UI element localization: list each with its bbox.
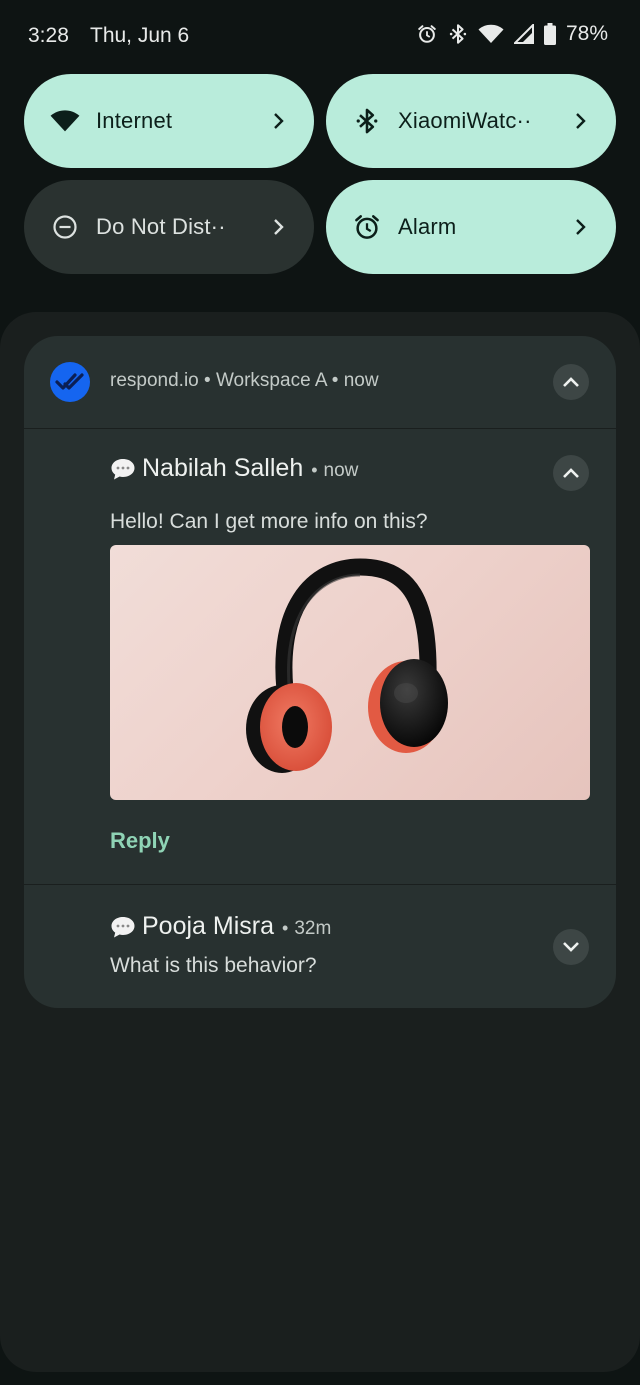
bluetooth-icon <box>448 23 468 45</box>
notification-card[interactable]: respond.io • Workspace A • now Nabilah S… <box>24 336 616 1008</box>
expand-message-button[interactable] <box>553 929 589 965</box>
message-title: Nabilah Salleh • now <box>110 454 358 483</box>
collapse-message-button[interactable] <box>553 455 589 491</box>
divider <box>24 428 616 429</box>
tile-internet[interactable]: Internet <box>24 74 314 168</box>
tile-label: Internet <box>96 108 173 133</box>
alarm-icon <box>352 212 382 242</box>
status-date: Thu, Jun 6 <box>90 24 190 47</box>
notification-meta: respond.io • Workspace A • now <box>110 370 379 392</box>
chevron-right-icon <box>268 111 288 131</box>
status-time: 3:28 <box>28 24 69 47</box>
tile-label: XiaomiWatc·· <box>398 108 532 133</box>
sender-name: Pooja Misra <box>142 912 274 940</box>
chat-bubble-icon <box>111 458 135 479</box>
wifi-icon <box>50 106 80 136</box>
battery-percent: 78% <box>565 22 608 45</box>
chevron-down-icon <box>563 942 579 952</box>
tile-label: Do Not Dist·· <box>96 214 226 239</box>
signal-icon <box>513 24 534 44</box>
app-name: respond.io <box>110 370 199 391</box>
divider <box>24 884 616 885</box>
message-title: Pooja Misra • 32m <box>110 912 331 941</box>
message-image-headphones[interactable] <box>110 545 590 800</box>
bluetooth-icon <box>352 106 382 136</box>
collapse-group-button[interactable] <box>553 364 589 400</box>
reply-button[interactable]: Reply <box>110 828 170 854</box>
separator-dot: • <box>311 460 318 480</box>
workspace-name: Workspace A <box>215 370 327 391</box>
message-text: Hello! Can I get more info on this? <box>110 510 428 533</box>
status-icons: 78% <box>416 22 608 46</box>
chevron-up-icon <box>563 468 579 478</box>
separator-dot: • <box>204 370 216 391</box>
tile-label: Alarm <box>398 214 457 239</box>
alarm-icon <box>416 23 438 45</box>
chevron-right-icon <box>268 217 288 237</box>
separator-dot: • <box>331 370 344 391</box>
chevron-right-icon <box>570 217 590 237</box>
message-time: now <box>323 460 359 481</box>
tile-do-not-disturb[interactable]: Do Not Dist·· <box>24 180 314 274</box>
message-time: 32m <box>294 918 332 939</box>
tile-alarm[interactable]: Alarm <box>326 180 616 274</box>
notification-header[interactable]: respond.io • Workspace A • now <box>24 336 616 428</box>
do-not-disturb-icon <box>50 212 80 242</box>
notification-time: now <box>343 370 379 391</box>
wifi-icon <box>478 24 504 44</box>
headphones-image <box>246 558 448 773</box>
tile-bluetooth[interactable]: XiaomiWatc·· <box>326 74 616 168</box>
chevron-up-icon <box>563 377 579 387</box>
status-bar: 3:28 Thu, Jun 6 78% <box>0 0 640 74</box>
sender-name: Nabilah Salleh <box>142 454 304 482</box>
separator-dot: • <box>282 918 289 938</box>
respond-io-app-icon <box>50 362 90 402</box>
chat-bubble-icon <box>111 916 135 937</box>
battery-icon <box>543 23 556 45</box>
chevron-right-icon <box>570 111 590 131</box>
message-text: What is this behavior? <box>110 954 317 977</box>
